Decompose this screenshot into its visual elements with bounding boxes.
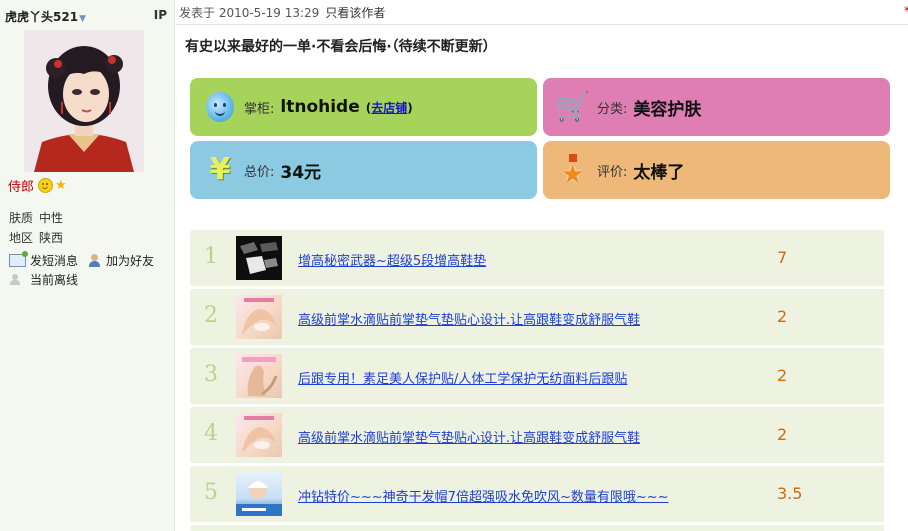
category-value: 美容护肤 xyxy=(633,99,702,120)
heel-pad-image xyxy=(242,298,276,335)
product-score: 3.5 xyxy=(777,484,803,503)
post-title: 有史以来最好的一单·不看会后悔·（待续不断更新） xyxy=(185,39,497,55)
username[interactable]: 虎虎丫头521 xyxy=(5,10,78,24)
edge-mark: * xyxy=(904,4,908,18)
skin-type-label: 肤质 xyxy=(9,211,34,225)
product-link[interactable]: 后跟专用！素足美人保护贴/人体工学保护无纺面料后跟贴 xyxy=(298,368,627,387)
yen-icon: ¥ xyxy=(209,152,231,187)
avatar[interactable] xyxy=(24,30,144,172)
shopping-cart-icon: 🛒 xyxy=(555,90,591,123)
rating-value: 太棒了 xyxy=(633,162,685,183)
rating-card: 评价: 太棒了 xyxy=(543,141,890,199)
price-card: ¥ 总价: 34元 xyxy=(190,141,537,199)
offline-user-icon xyxy=(9,273,21,286)
message-icon[interactable] xyxy=(9,251,28,267)
product-score: 2 xyxy=(777,425,788,444)
region-row: 地区 陕西 xyxy=(9,229,63,246)
post-meta: 发表于 2010-5-19 13:29 只看该作者 xyxy=(179,4,385,21)
user-sidebar: 虎虎丫头521▼ IP 侍郎 ★ 肤质 中性 地区 陕西 发短消息 加为好友 当… xyxy=(0,0,175,531)
product-link[interactable]: 高级前掌水滴贴前掌垫气垫贴心设计.让高跟鞋变成舒服气鞋 xyxy=(298,427,640,446)
add-friend-icon[interactable] xyxy=(88,253,102,268)
product-index: 5 xyxy=(204,480,218,505)
star-icon: ★ xyxy=(55,177,67,193)
product-row: 1 增高秘密武器~超级5段增高鞋垫 7 xyxy=(190,230,884,286)
product-row-partial xyxy=(190,525,884,531)
product-index: 3 xyxy=(204,362,218,387)
only-author-link[interactable]: 只看该作者 xyxy=(325,6,385,20)
product-row: 2 高级前掌水滴贴前掌垫气垫贴心设计.让高跟鞋变成舒服气鞋 2 xyxy=(190,289,884,345)
product-index: 1 xyxy=(204,244,218,269)
rank-title: 侍郎 xyxy=(8,179,35,195)
online-status: 当前离线 xyxy=(30,273,79,287)
username-row: 虎虎丫头521▼ IP xyxy=(5,8,167,24)
avatar-illustration xyxy=(24,30,144,172)
go-to-store-link[interactable]: 去店铺 xyxy=(371,101,407,115)
rank-row: 侍郎 ★ xyxy=(8,176,67,195)
product-row: 3 后跟专用！素足美人保护贴/人体工学保护无纺面料后跟贴 2 xyxy=(190,348,884,404)
product-score: 7 xyxy=(777,248,788,267)
product-thumbnail[interactable] xyxy=(236,354,282,398)
product-link[interactable]: 增高秘密武器~超级5段增高鞋垫 xyxy=(298,250,486,269)
product-score: 2 xyxy=(777,307,788,326)
insole-image xyxy=(236,236,282,280)
region-label: 地区 xyxy=(9,231,34,245)
product-link[interactable]: 高级前掌水滴贴前掌垫气垫贴心设计.让高跟鞋变成舒服气鞋 xyxy=(298,309,640,328)
hair-cap-image xyxy=(236,481,282,516)
smiley-icon xyxy=(38,177,54,193)
add-friend-link[interactable]: 加为好友 xyxy=(106,252,154,269)
seller-card: 掌柜: ltnohide (去店铺) xyxy=(190,78,537,136)
price-label: 总价: xyxy=(244,164,275,180)
rating-label: 评价: xyxy=(597,164,628,180)
header-divider xyxy=(176,24,908,25)
user-actions: 发短消息 加为好友 xyxy=(9,251,154,269)
product-thumbnail[interactable] xyxy=(236,413,282,457)
product-thumbnail[interactable] xyxy=(236,472,282,516)
product-thumbnail[interactable] xyxy=(236,295,282,339)
post-time: 发表于 2010-5-19 13:29 xyxy=(179,6,320,20)
category-card: 🛒 分类: 美容护肤 xyxy=(543,78,890,136)
online-status-row: 当前离线 xyxy=(9,271,78,288)
product-index: 2 xyxy=(204,303,218,328)
skin-type-row: 肤质 中性 xyxy=(9,209,63,226)
heel-pad-image xyxy=(242,416,276,453)
product-link[interactable]: 冲钻特价~~~神奇干发帽7倍超强吸水免吹风~数量有限哦~~~ xyxy=(298,486,669,505)
send-message-link[interactable]: 发短消息 xyxy=(30,252,78,269)
product-row: 5 冲钻特价~~~神奇干发帽7倍超强吸水免吹风~数量有限哦~~~ 3.5 xyxy=(190,466,884,522)
product-index: 4 xyxy=(204,421,218,446)
ip-label[interactable]: IP xyxy=(154,8,167,22)
seller-name: ltnohide xyxy=(280,97,360,117)
heel-guard-image xyxy=(242,357,278,396)
category-label: 分类: xyxy=(597,101,628,117)
seller-label: 掌柜: xyxy=(244,101,275,117)
drop-mascot-icon xyxy=(206,92,234,122)
product-thumbnail[interactable] xyxy=(236,236,282,280)
region-value: 陕西 xyxy=(39,231,64,245)
product-score: 2 xyxy=(777,366,788,385)
store-paren-close: ) xyxy=(407,100,413,115)
price-value: 34元 xyxy=(280,162,322,183)
user-menu-arrow-icon[interactable]: ▼ xyxy=(79,14,86,24)
skin-type-value: 中性 xyxy=(39,211,64,225)
medal-icon xyxy=(559,154,587,190)
product-row: 4 高级前掌水滴贴前掌垫气垫贴心设计.让高跟鞋变成舒服气鞋 2 xyxy=(190,407,884,463)
